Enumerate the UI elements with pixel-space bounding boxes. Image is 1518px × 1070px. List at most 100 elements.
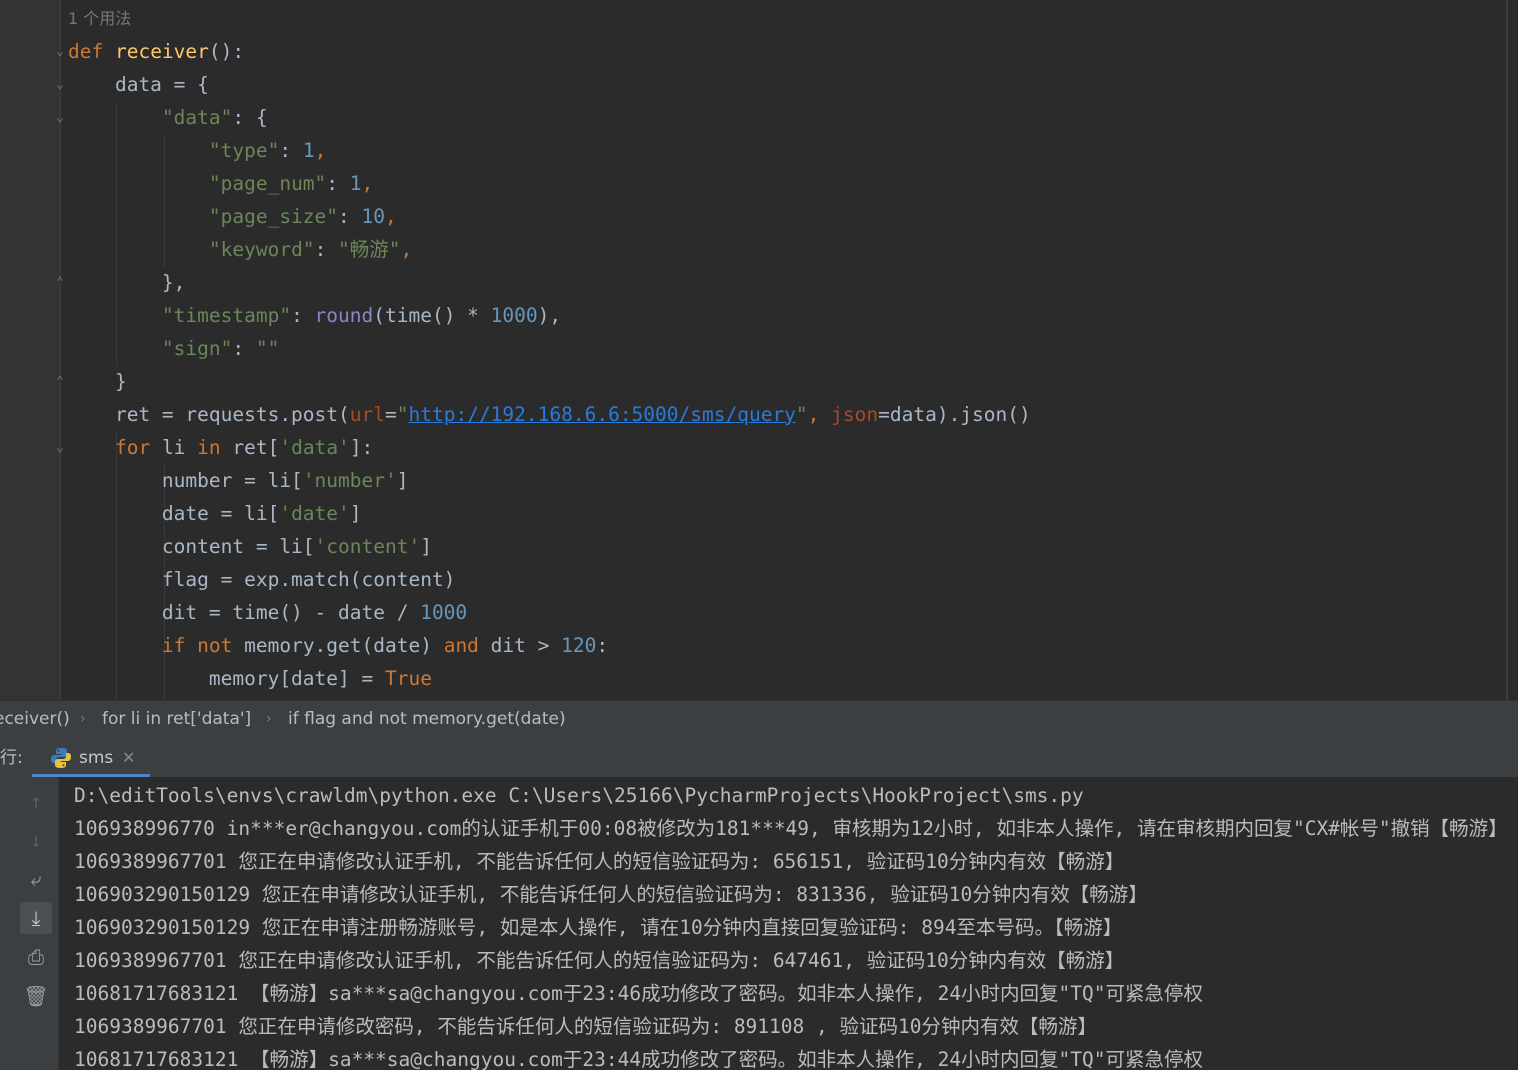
code-line[interactable]: date = li['date']: [68, 497, 362, 530]
scroll-down-icon[interactable]: ↓: [20, 824, 52, 856]
code-token: receiver: [114, 40, 209, 63]
code-token: content = li[: [68, 535, 315, 558]
print-icon[interactable]: ⎙: [20, 941, 52, 973]
code-line[interactable]: def receiver():: [68, 35, 244, 68]
code-line[interactable]: dit = time() - date / 1000: [68, 596, 467, 629]
code-line[interactable]: number = li['number']: [68, 464, 409, 497]
code-editor[interactable]: 1 个用法 ⌄ ⌄ ⌄ ⌃ ⌃ ⌄ def receiver(): data =…: [0, 0, 1518, 700]
code-line[interactable]: content = li['content']: [68, 530, 432, 563]
code-token: ]:: [349, 436, 374, 459]
breadcrumb-item-function[interactable]: eceiver(): [0, 701, 70, 738]
code-token: ,: [400, 238, 413, 261]
code-token: if not: [161, 634, 233, 657]
code-token: ]: [396, 469, 409, 492]
toolstrip-edge: [0, 777, 14, 1070]
usage-hint[interactable]: 1 个用法: [68, 6, 131, 32]
code-line[interactable]: }: [68, 365, 127, 398]
console-output-line: 106903290150129 您正在申请修改认证手机, 不能告诉任何人的短信验…: [74, 883, 1148, 906]
code-token: ]: [349, 502, 362, 525]
code-token: json: [831, 403, 879, 426]
console-toolbar: ↑ ↓ ⤶ ⤓ ⎙ 🗑: [14, 777, 59, 1070]
code-token[interactable]: http://192.168.6.6:5000/sms/query: [409, 403, 796, 426]
code-token: ():: [208, 40, 245, 63]
code-token: "": [255, 337, 280, 360]
right-margin-line: [1506, 0, 1508, 700]
code-line[interactable]: },: [68, 266, 186, 299]
code-line[interactable]: ret = requests.post(url="http://192.168.…: [68, 398, 1031, 431]
code-line[interactable]: "page_size": 10,: [68, 200, 397, 233]
code-line[interactable]: memory[date] = True: [68, 662, 432, 695]
code-token: "data": [161, 106, 233, 129]
code-token: :: [232, 337, 256, 360]
soft-wrap-icon[interactable]: ⤶: [20, 863, 52, 895]
code-line[interactable]: "page_num": 1,: [68, 167, 373, 200]
code-token: :: [596, 634, 609, 657]
code-token: in: [197, 436, 221, 459]
code-token: def: [68, 40, 115, 63]
fold-marker-icon[interactable]: ⌄: [53, 111, 67, 125]
code-token: url: [349, 403, 385, 426]
fold-marker-icon[interactable]: ⌄: [53, 78, 67, 92]
fold-end-icon[interactable]: ⌃: [53, 276, 67, 290]
code-token: date = li[: [68, 502, 280, 525]
scroll-up-icon[interactable]: ↑: [20, 785, 52, 817]
code-token: =: [385, 403, 397, 426]
breadcrumb-separator: ›: [266, 711, 272, 727]
breadcrumb-item-if-block[interactable]: if flag and not memory.get(date): [288, 701, 566, 738]
code-token: ,: [361, 172, 374, 195]
breadcrumb: eceiver() › for li in ret['data'] › if f…: [0, 700, 1518, 740]
tab-sms[interactable]: sms ✕: [32, 739, 150, 777]
code-token: ,: [385, 205, 397, 228]
code-token: "畅游": [338, 238, 401, 261]
code-token: 120: [561, 634, 597, 657]
code-line[interactable]: flag = exp.match(content): [68, 563, 456, 596]
code-line[interactable]: "keyword": "畅游",: [68, 233, 412, 266]
code-line[interactable]: "type": 1,: [68, 134, 326, 167]
fold-marker-icon[interactable]: ⌄: [53, 441, 67, 455]
console-output-line: 10681717683121 【畅游】sa***sa@changyou.com于…: [74, 1048, 1204, 1070]
code-line[interactable]: "timestamp": round(time() * 1000),: [68, 299, 561, 332]
code-line[interactable]: for li in ret['data']:: [68, 431, 373, 464]
code-token: ,: [314, 139, 327, 162]
console-output-line: 1069389967701 您正在申请修改密码, 不能告诉任何人的短信验证码为:…: [74, 1015, 1097, 1038]
code-token: "page_num": [208, 172, 327, 195]
code-token: =data).json(): [878, 403, 1031, 426]
code-token: True: [384, 667, 432, 690]
code-token: ,: [807, 403, 832, 426]
trash-icon[interactable]: 🗑: [20, 980, 52, 1012]
code-token: ": [396, 403, 409, 426]
console-command-line[interactable]: D:\editTools\envs\crawldm\python.exe C:\…: [74, 779, 1084, 812]
code-token: 1000: [490, 304, 538, 327]
code-token: 'date': [279, 502, 350, 525]
code-token: number = li[: [68, 469, 303, 492]
fold-end-icon[interactable]: ⌃: [53, 375, 67, 389]
console-output-line: 1069389967701 您正在申请修改认证手机, 不能告诉任何人的短信验证码…: [74, 949, 1125, 972]
code-token: (time() *: [373, 304, 491, 327]
run-tool-window-header: 行: sms ✕: [0, 739, 1518, 777]
code-token: }: [68, 370, 127, 393]
code-token: 'data': [279, 436, 350, 459]
code-line[interactable]: if not memory.get(date) and dit > 120:: [68, 629, 608, 662]
code-token: 10: [361, 205, 385, 228]
scroll-to-end-icon[interactable]: ⤓: [20, 902, 52, 934]
code-line[interactable]: data = {: [68, 68, 209, 101]
code-token: 'content': [314, 535, 421, 558]
breadcrumb-item-for-loop[interactable]: for li in ret['data']: [102, 701, 251, 738]
fold-marker-icon[interactable]: ⌄: [53, 45, 67, 59]
code-token: :: [314, 238, 339, 261]
code-token: data = {: [68, 73, 209, 96]
code-line[interactable]: "data": {: [68, 101, 268, 134]
run-label: 行:: [0, 748, 23, 768]
code-token: 'number': [302, 469, 397, 492]
run-console[interactable]: ↑ ↓ ⤶ ⤓ ⎙ 🗑 D:\editTools\envs\crawldm\python.…: [0, 777, 1518, 1070]
close-icon[interactable]: ✕: [122, 739, 135, 777]
code-line[interactable]: "sign": "": [68, 332, 279, 365]
code-token: 1: [302, 139, 315, 162]
editor-gutter[interactable]: [0, 0, 60, 700]
